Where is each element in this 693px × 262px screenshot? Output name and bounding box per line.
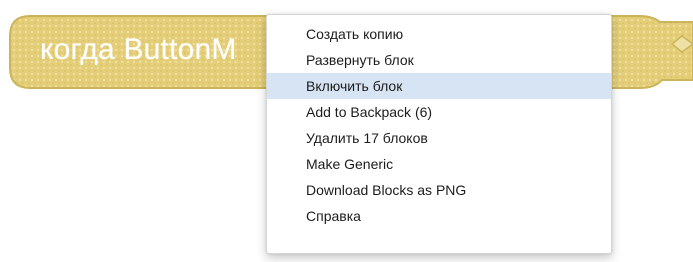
menu-item-download-png[interactable]: Download Blocks as PNG bbox=[267, 177, 611, 203]
menu-item-make-generic[interactable]: Make Generic bbox=[267, 151, 611, 177]
menu-item-delete-blocks[interactable]: Удалить 17 блоков bbox=[267, 125, 611, 151]
context-menu: Создать копию Развернуть блок Включить б… bbox=[266, 14, 612, 254]
menu-item-add-to-backpack[interactable]: Add to Backpack (6) bbox=[267, 99, 611, 125]
menu-item-help[interactable]: Справка bbox=[267, 203, 611, 229]
menu-item-enable-block[interactable]: Включить блок bbox=[267, 73, 611, 99]
menu-item-duplicate[interactable]: Создать копию bbox=[267, 21, 611, 47]
workspace-canvas[interactable]: когда ButtonM Создать копию Развернуть б… bbox=[0, 0, 693, 262]
menu-item-expand-block[interactable]: Развернуть блок bbox=[267, 47, 611, 73]
event-block-label: когда ButtonM bbox=[40, 33, 237, 66]
